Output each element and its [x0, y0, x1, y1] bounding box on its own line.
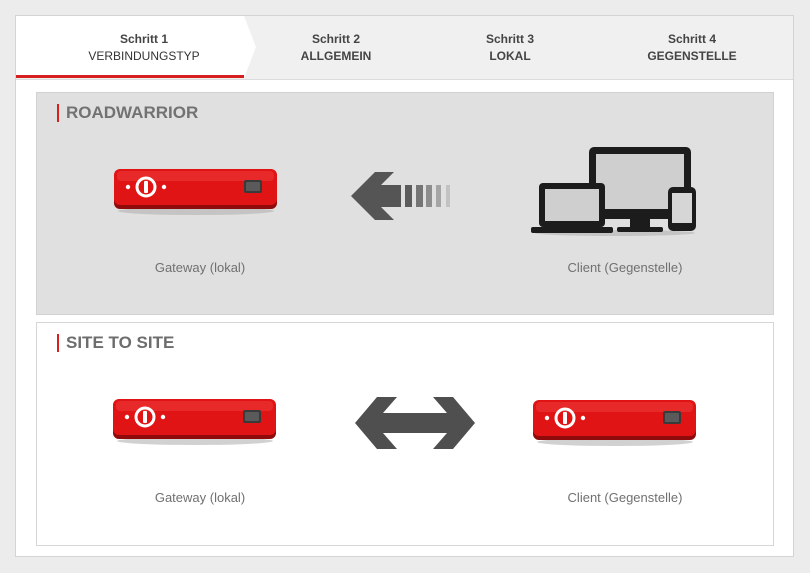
step-number: Schritt 3	[485, 31, 534, 46]
step-number: Schritt 2	[311, 31, 360, 46]
gateway-device-icon	[114, 169, 277, 215]
client-caption: Client (Gegenstelle)	[567, 260, 683, 275]
vpn-wizard: Schritt 1 VERBINDUNGSTYP Schritt 2 ALLGE…	[15, 15, 794, 557]
step-name: VERBINDUNGSTYP	[88, 48, 200, 63]
step-number: Schritt 1	[119, 31, 168, 46]
wizard-steps: Schritt 1 VERBINDUNGSTYP Schritt 2 ALLGE…	[16, 16, 793, 80]
step-1-verbindungstyp[interactable]: Schritt 1 VERBINDUNGSTYP	[46, 16, 242, 79]
step-name: LOKAL	[489, 48, 531, 63]
bidirectional-arrow-icon	[355, 397, 475, 449]
gateway-device-icon	[113, 399, 276, 445]
client-caption: Client (Gegenstelle)	[567, 490, 683, 505]
step-3-lokal[interactable]: Schritt 3 LOKAL	[430, 16, 590, 79]
client-devices-icon	[531, 147, 696, 236]
gateway-caption: Gateway (lokal)	[154, 490, 246, 505]
step-4-gegenstelle[interactable]: Schritt 4 GEGENSTELLE	[612, 16, 772, 79]
step-name: GEGENSTELLE	[647, 48, 737, 63]
site-to-site-title: SITE TO SITE	[57, 334, 174, 352]
active-step-indicator	[16, 75, 244, 78]
step-number: Schritt 4	[667, 31, 716, 46]
remote-gateway-device-icon	[533, 400, 696, 446]
step-2-allgemein[interactable]: Schritt 2 ALLGEMEIN	[256, 16, 416, 79]
left-arrow-icon	[351, 172, 450, 220]
roadwarrior-title: ROADWARRIOR	[57, 104, 198, 122]
step-name: ALLGEMEIN	[300, 48, 372, 63]
roadwarrior-option[interactable]: ROADWARRIOR Gateway (lokal) Client (Gege…	[36, 92, 774, 315]
site-to-site-option[interactable]: SITE TO SITE Gateway (lokal) Client (Geg…	[36, 322, 774, 546]
gateway-caption: Gateway (lokal)	[154, 260, 246, 275]
